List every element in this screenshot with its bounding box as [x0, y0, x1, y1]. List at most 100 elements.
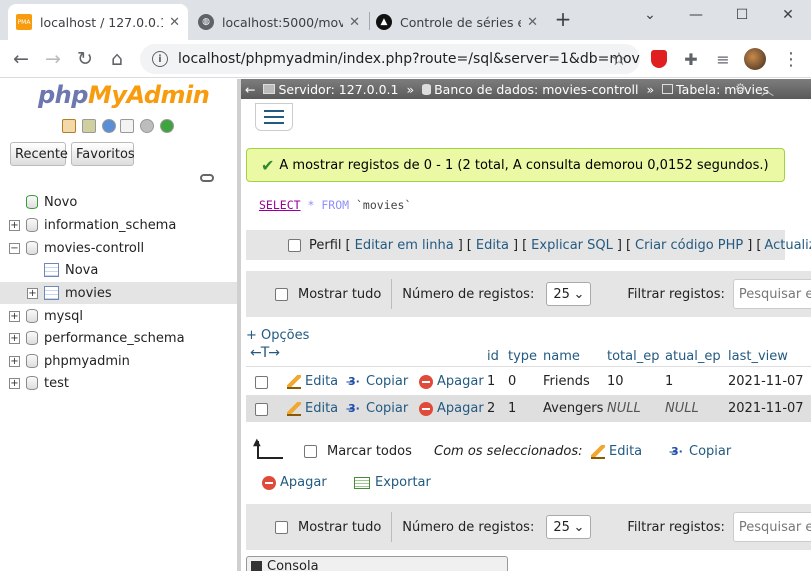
column-header-type[interactable]: type — [508, 349, 537, 364]
bookmark-star-icon[interactable]: ☆ — [606, 46, 632, 72]
expand-icon[interactable]: + — [27, 287, 38, 299]
tree-item-information-schema[interactable]: + information_schema — [0, 214, 237, 236]
expand-icon[interactable]: + — [9, 332, 20, 344]
tree-item-performance-schema[interactable]: + performance_schema — [0, 327, 237, 349]
bulk-export-button[interactable]: Exportar — [354, 475, 431, 490]
tab-search-chevron-icon[interactable]: ⌄ — [627, 0, 673, 30]
column-header-total-ep[interactable]: total_ep — [607, 349, 659, 364]
cell-type[interactable]: 1 — [508, 401, 516, 416]
column-resize-arrows-icon[interactable]: ←T→ — [250, 345, 280, 361]
home-icon[interactable] — [62, 119, 76, 133]
breadcrumb-table[interactable]: Tabela: movies — [676, 82, 769, 97]
expand-icon[interactable]: + — [9, 310, 20, 322]
recent-button[interactable]: Recente — [10, 142, 68, 166]
row-edit-button[interactable]: Edita — [287, 374, 338, 389]
minimize-icon[interactable]: — — [673, 0, 719, 30]
settings-gear-icon[interactable]: ⚙ — [735, 81, 746, 95]
browser-menu-icon[interactable]: ⋮ — [778, 46, 804, 72]
expand-icon[interactable]: + — [9, 377, 20, 389]
show-all-checkbox[interactable] — [275, 520, 288, 534]
tree-item-movies[interactable]: + movies — [0, 282, 237, 304]
cell-last-view[interactable]: 2021-11-07 — [728, 401, 804, 416]
tree-item-mysql[interactable]: + mysql — [0, 305, 237, 327]
address-bar[interactable]: i localhost/phpmyadmin/index.php?route=/… — [140, 44, 640, 74]
tree-item-phpmyadmin[interactable]: + phpmyadmin — [0, 350, 237, 372]
phpmyadmin-logo[interactable]: phpMyAdmin — [38, 81, 210, 109]
hamburger-menu-button[interactable] — [255, 103, 293, 131]
home-icon[interactable]: ⌂ — [104, 46, 130, 72]
close-window-icon[interactable]: ✕ — [765, 0, 811, 30]
browser-tab-localhost-5000[interactable]: ◍ localhost:5000/movie ✕ — [190, 4, 368, 40]
bulk-delete-button[interactable]: Apagar — [262, 475, 327, 490]
breadcrumb-database[interactable]: Banco de dados: movies-controll — [434, 82, 638, 97]
bulk-copy-button[interactable]: 3̶· Copiar — [671, 444, 731, 459]
collapse-top-icon[interactable]: ︿ — [761, 80, 774, 99]
cell-name[interactable]: Avengers — [543, 401, 603, 416]
link-chain-icon[interactable] — [200, 174, 214, 182]
reload-icon[interactable] — [160, 119, 174, 133]
browser-tab-controle[interactable]: ▲ Controle de séries e f ✕ — [368, 4, 546, 40]
tree-item-novo[interactable]: Novo — [0, 191, 237, 213]
expand-icon[interactable]: + — [9, 355, 20, 367]
close-tab-icon[interactable]: ✕ — [527, 15, 538, 30]
cell-last-view[interactable]: 2021-11-07 — [728, 374, 804, 389]
collapse-arrow-icon[interactable]: ← — [245, 82, 255, 97]
maximize-icon[interactable]: ☐ — [719, 0, 765, 30]
row-checkbox[interactable] — [255, 376, 268, 389]
tree-item-nova[interactable]: Nova — [0, 259, 237, 281]
extension-shield-icon[interactable] — [646, 46, 672, 72]
console-tab[interactable]: Consola — [246, 556, 508, 571]
help-icon[interactable] — [102, 119, 116, 133]
cell-total-ep[interactable]: 10 — [607, 374, 624, 389]
num-rows-select[interactable]: 25 ⌄ — [546, 282, 592, 306]
reload-icon[interactable]: ↻ — [72, 46, 98, 72]
back-arrow-icon[interactable]: ← — [8, 46, 34, 72]
extensions-puzzle-icon[interactable]: ✚ — [678, 46, 704, 72]
cell-id[interactable]: 2 — [487, 401, 495, 416]
new-tab-button[interactable]: + — [551, 8, 575, 32]
check-all-checkbox[interactable] — [304, 445, 317, 458]
cell-id[interactable]: 1 — [487, 374, 495, 389]
cell-total-ep[interactable]: NULL — [607, 401, 641, 416]
cell-name[interactable]: Friends — [543, 374, 590, 389]
num-rows-select[interactable]: 25 ⌄ — [546, 515, 592, 539]
logout-icon[interactable] — [82, 119, 96, 133]
cell-atual-ep[interactable]: NULL — [665, 401, 699, 416]
settings-gear-icon[interactable] — [140, 119, 154, 133]
column-header-atual-ep[interactable]: atual_ep — [665, 349, 721, 364]
profile-checkbox[interactable] — [288, 238, 301, 252]
collapse-icon[interactable]: − — [9, 242, 20, 254]
close-tab-icon[interactable]: ✕ — [349, 15, 360, 30]
breadcrumb-server[interactable]: Servidor: 127.0.0.1 — [278, 82, 398, 97]
options-link[interactable]: + Opções — [246, 328, 309, 343]
show-all-checkbox[interactable] — [275, 287, 288, 301]
edit-inline-link[interactable]: Editar em linha — [355, 238, 454, 253]
column-header-id[interactable]: id — [487, 349, 499, 364]
column-header-last-view[interactable]: last_view — [728, 349, 788, 364]
sql-keyword-select[interactable]: SELECT — [259, 198, 301, 212]
bulk-edit-button[interactable]: Edita — [591, 444, 642, 459]
media-queue-icon[interactable]: ≡ — [710, 46, 736, 72]
documentation-icon[interactable] — [120, 119, 134, 133]
tree-item-movies-controll[interactable]: − movies-controll — [0, 237, 237, 259]
site-info-icon[interactable]: i — [152, 51, 168, 67]
close-tab-icon[interactable]: ✕ — [169, 15, 180, 30]
row-edit-button[interactable]: Edita — [287, 401, 338, 416]
row-delete-button[interactable]: Apagar — [419, 401, 484, 416]
create-php-code-link[interactable]: Criar código PHP — [635, 238, 743, 253]
browser-tab-phpmyadmin[interactable]: PMA localhost / 127.0.0.1 / ✕ — [8, 4, 188, 40]
edit-query-link[interactable]: Edita — [476, 238, 509, 253]
row-delete-button[interactable]: Apagar — [419, 374, 484, 389]
expand-icon[interactable]: + — [9, 219, 20, 231]
filter-rows-input[interactable]: Pesquisar esta tabela — [732, 279, 811, 309]
row-checkbox[interactable] — [255, 403, 268, 416]
row-copy-button[interactable]: 3̶· Copiar — [348, 401, 408, 416]
tree-item-test[interactable]: + test — [0, 372, 237, 394]
filter-rows-input[interactable]: Pesquisar esta tabela — [732, 512, 811, 542]
profile-avatar[interactable] — [742, 46, 768, 72]
explain-sql-link[interactable]: Explicar SQL — [531, 238, 613, 253]
cell-atual-ep[interactable]: 1 — [665, 374, 673, 389]
row-copy-button[interactable]: 3̶· Copiar — [348, 374, 408, 389]
forward-arrow-icon[interactable]: → — [40, 46, 66, 72]
cell-type[interactable]: 0 — [508, 374, 516, 389]
